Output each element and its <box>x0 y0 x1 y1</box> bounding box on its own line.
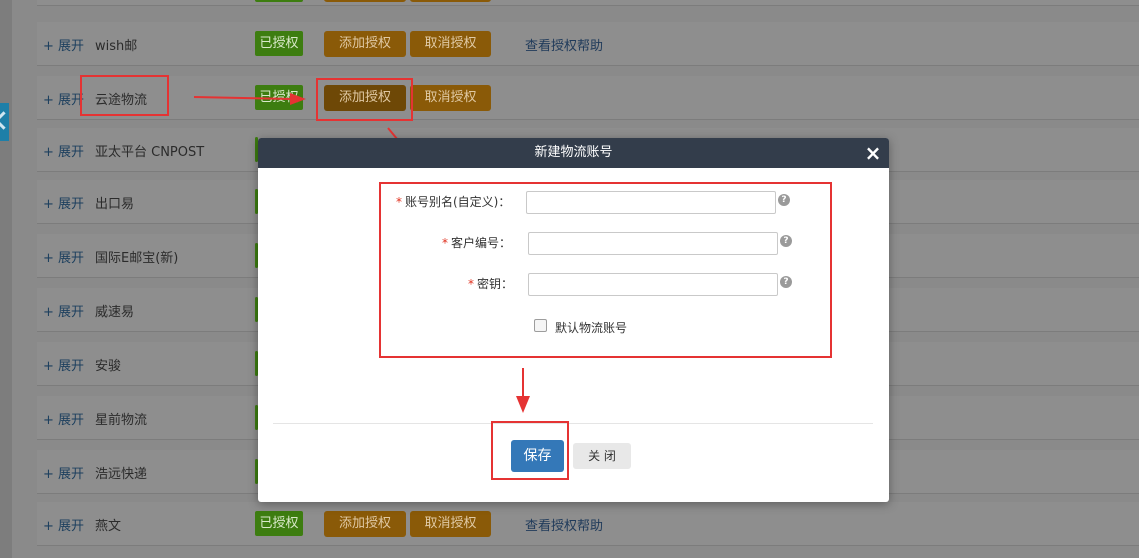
dialog-header: 新建物流账号 × <box>258 138 889 168</box>
dialog-divider <box>273 423 873 424</box>
dialog-title: 新建物流账号 <box>534 145 613 160</box>
close-icon[interactable]: × <box>861 138 885 168</box>
highlight-box-save <box>491 421 569 480</box>
highlight-box-form <box>379 182 832 358</box>
arrow-to-add-button-icon <box>193 93 306 105</box>
close-button[interactable]: 关 闭 <box>573 443 631 469</box>
